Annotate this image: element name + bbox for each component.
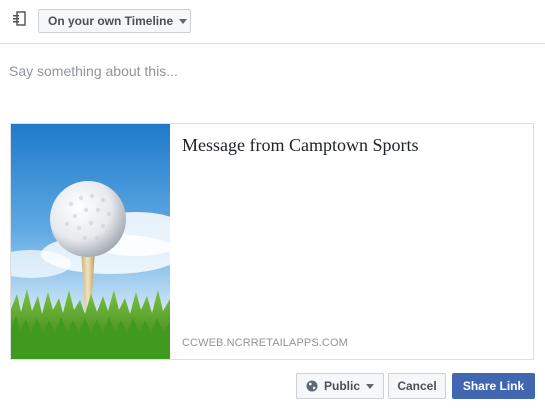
chevron-down-icon	[179, 18, 188, 24]
link-preview-body: Message from Camptown Sports CCWEB.NCRRE…	[170, 124, 533, 359]
composer-input[interactable]	[9, 60, 534, 82]
link-preview-domain: CCWEB.NCRRETAILAPPS.COM	[182, 337, 348, 349]
privacy-label: Public	[323, 379, 360, 393]
destination-label: On your own Timeline	[48, 14, 174, 28]
cancel-button[interactable]: Cancel	[388, 373, 446, 399]
post-to-icon	[12, 11, 26, 27]
globe-icon	[306, 380, 318, 392]
link-preview-card[interactable]: Message from Camptown Sports CCWEB.NCRRE…	[10, 123, 534, 360]
privacy-selector-button[interactable]: Public	[296, 373, 384, 399]
link-preview-title[interactable]: Message from Camptown Sports	[182, 134, 521, 156]
share-destination-bar: On your own Timeline	[0, 0, 545, 44]
chevron-down-icon	[366, 383, 374, 389]
destination-dropdown[interactable]: On your own Timeline	[38, 9, 191, 33]
link-preview-image	[11, 124, 170, 359]
share-link-button[interactable]: Share Link	[452, 373, 535, 399]
